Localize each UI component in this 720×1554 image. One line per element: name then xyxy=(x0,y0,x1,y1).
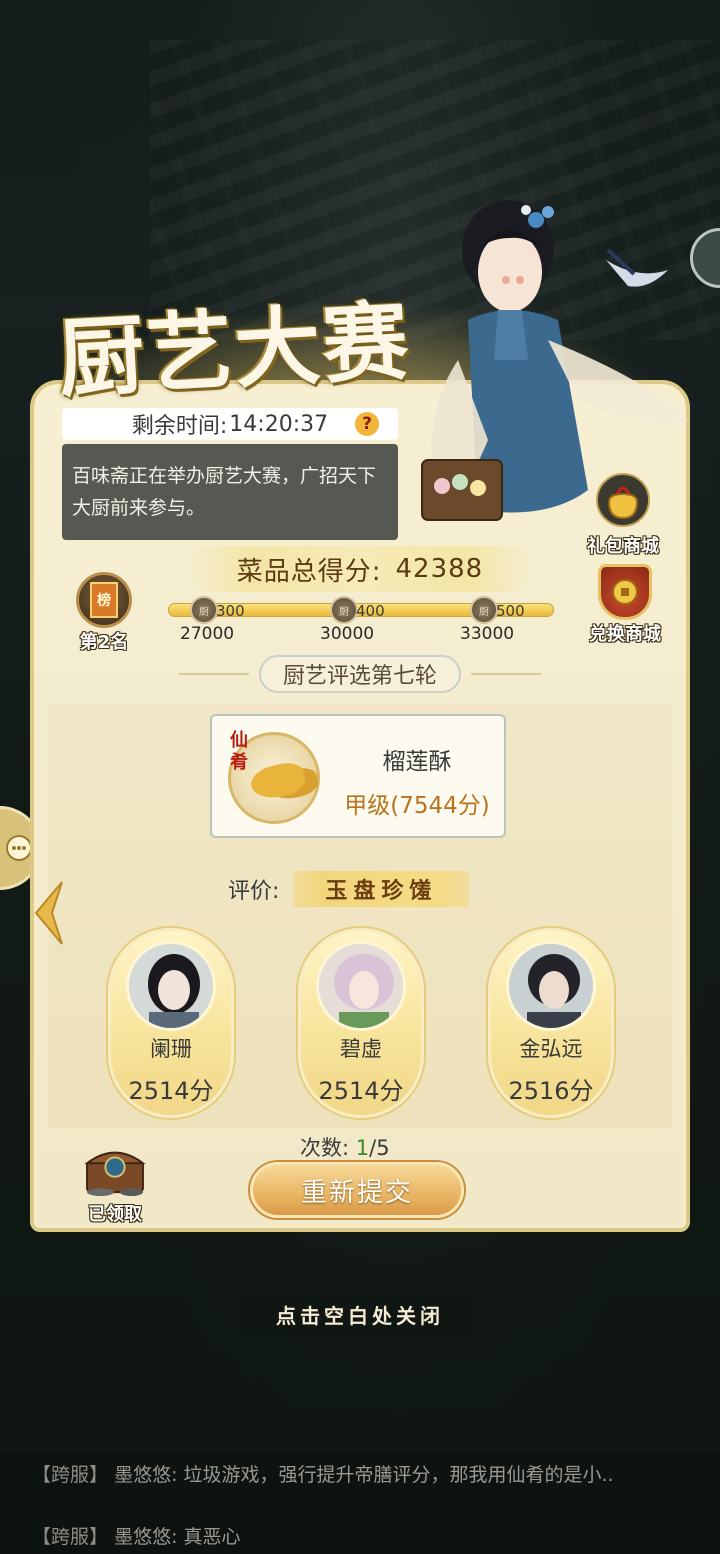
exchange-shop-label: 兑换商城 xyxy=(589,624,661,645)
leaderboard-button[interactable]: 榜 第2名 xyxy=(64,572,144,653)
judge-score: 2514分 xyxy=(128,1077,214,1105)
dish-card[interactable]: 仙肴 榴莲酥 甲级(7544分) xyxy=(210,714,506,838)
question-icon: ? xyxy=(355,412,379,436)
resubmit-button[interactable]: 重新提交 xyxy=(250,1162,464,1218)
total-score-banner: 菜品总得分: 42388 xyxy=(188,546,532,592)
milestone-threshold: 33000 xyxy=(460,624,515,644)
milestone-threshold: 27000 xyxy=(180,624,235,644)
attempt-counter: 次数: 1/5 xyxy=(300,1132,390,1162)
dish-rarity-tag: 仙肴 xyxy=(230,730,248,773)
chat-channel: 【跨服】 xyxy=(32,1526,109,1548)
judge-card[interactable]: 碧虚 2514分 xyxy=(298,928,424,1118)
chef-token-icon: 厨 xyxy=(470,596,498,624)
event-title: 厨艺大赛 xyxy=(56,290,413,411)
chat-text: 墨悠悠: 垃圾游戏，强行提升帝膳评分，那我用仙肴的是小.. xyxy=(114,1464,614,1486)
chat-message: 【跨服】 墨悠悠: 真恶心 xyxy=(32,1522,241,1549)
judge-name: 碧虚 xyxy=(340,1037,382,1061)
chat-feed[interactable]: 【跨服】 墨悠悠: 垃圾游戏，强行提升帝膳评分，那我用仙肴的是小.. 【跨服】 … xyxy=(0,1452,720,1554)
evaluation-label: 评价: xyxy=(228,879,280,904)
claimed-chest-button[interactable]: 已领取 xyxy=(70,1142,160,1226)
event-description: 百味斋正在举办厨艺大赛，广招天下大厨前来参与。 xyxy=(62,444,398,540)
judge-avatar xyxy=(126,941,216,1031)
exchange-shop-icon xyxy=(598,564,652,620)
round-title-text: 厨艺评选第七轮 xyxy=(258,655,461,693)
milestone-reward-amount: 500 xyxy=(496,602,525,620)
close-hint[interactable]: 点击空白处关闭 xyxy=(232,1294,488,1334)
judge-avatar xyxy=(506,941,596,1031)
judge-card[interactable]: 阑珊 2514分 xyxy=(108,928,234,1118)
gift-shop-label: 礼包商城 xyxy=(587,536,659,557)
attempt-current: 1 xyxy=(355,1136,370,1160)
attempt-total: /5 xyxy=(369,1136,390,1160)
exchange-shop-button[interactable]: 兑换商城 xyxy=(580,564,670,654)
leaderboard-icon: 榜 xyxy=(76,572,132,628)
milestone-reward-amount: 400 xyxy=(356,602,385,620)
durian-pastry-image xyxy=(248,759,308,803)
rank-label: 第2名 xyxy=(79,632,129,653)
timer-value: 14:20:37 xyxy=(229,411,329,437)
timer-label: 剩余时间: xyxy=(131,414,228,439)
chef-token-icon: 厨 xyxy=(190,596,218,624)
judge-score: 2514分 xyxy=(318,1077,404,1105)
milestone-reward[interactable]: 厨 400 30000 xyxy=(314,596,404,646)
round-title: 厨艺评选第七轮 xyxy=(160,654,560,694)
dish-grade: 甲级(7544分) xyxy=(344,793,490,819)
dish-name: 榴莲酥 xyxy=(382,749,452,775)
divider xyxy=(471,673,541,675)
milestone-reward[interactable]: 厨 500 33000 xyxy=(454,596,544,646)
total-score-label: 菜品总得分: xyxy=(236,556,382,587)
countdown-timer: 剩余时间: 14:20:37 xyxy=(62,408,398,440)
evaluation-row: 评价: 玉盘珍馐 xyxy=(228,870,470,908)
chat-text: 墨悠悠: 真恶心 xyxy=(114,1526,241,1548)
judge-avatar xyxy=(316,941,406,1031)
milestone-threshold: 30000 xyxy=(320,624,375,644)
chat-message: 【跨服】 墨悠悠: 垃圾游戏，强行提升帝膳评分，那我用仙肴的是小.. xyxy=(32,1460,614,1487)
judge-card[interactable]: 金弘远 2516分 xyxy=(488,928,614,1118)
judge-name: 金弘远 xyxy=(519,1037,583,1061)
judge-score: 2516分 xyxy=(508,1077,594,1105)
coin-icon xyxy=(612,579,638,605)
milestone-reward-amount: 300 xyxy=(216,602,245,620)
leaderboard-flag-text: 榜 xyxy=(90,582,118,618)
gift-bag-icon xyxy=(596,473,650,527)
chef-token-icon: 厨 xyxy=(330,596,358,624)
prev-arrow-icon[interactable] xyxy=(30,878,66,948)
judge-name: 阑珊 xyxy=(150,1037,192,1061)
gift-shop-button[interactable]: 礼包商城 xyxy=(583,472,663,557)
attempt-label: 次数: xyxy=(300,1136,350,1160)
chat-channel: 【跨服】 xyxy=(32,1464,109,1486)
claimed-label: 已领取 xyxy=(88,1204,142,1225)
total-score-value: 42388 xyxy=(395,554,484,584)
treasure-chest-icon xyxy=(84,1151,146,1196)
help-button[interactable]: ? xyxy=(350,410,384,438)
evaluation-badge: 玉盘珍馐 xyxy=(293,871,470,907)
divider xyxy=(178,673,249,675)
milestone-reward[interactable]: 厨 300 27000 xyxy=(174,596,264,646)
